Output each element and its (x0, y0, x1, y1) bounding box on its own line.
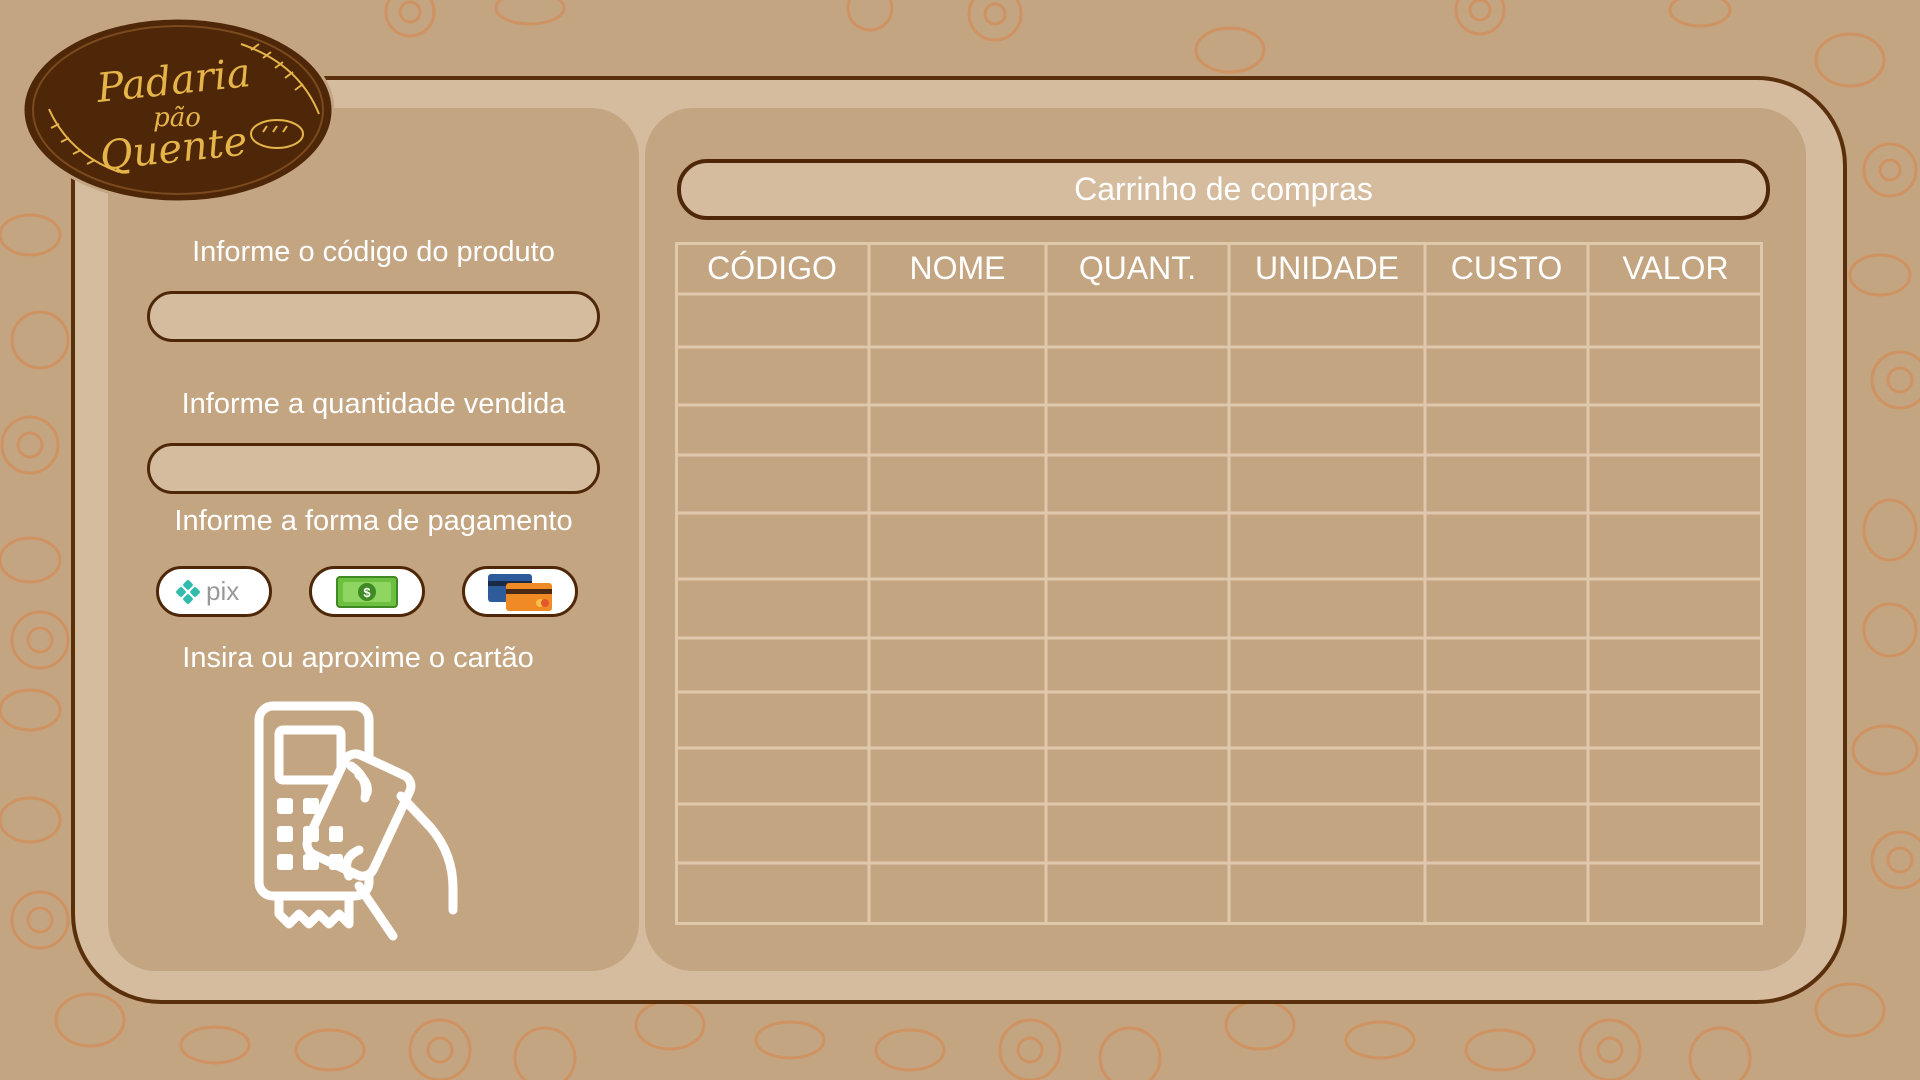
payment-method-label: Informe a forma de pagamento (174, 505, 573, 537)
column-header-custo: CUSTO (1450, 249, 1563, 286)
product-code-label: Informe o código do produto (192, 236, 555, 268)
cart-table-grid (675, 242, 1763, 925)
svg-text:pix: pix (206, 576, 239, 606)
pix-icon: pix (176, 576, 239, 606)
svg-text:$: $ (363, 585, 371, 600)
quantity-input[interactable] (147, 443, 600, 494)
cash-icon: $ (336, 575, 398, 608)
column-header-unidade: UNIDADE (1254, 249, 1399, 286)
cash-payment-button[interactable]: $ (309, 566, 425, 617)
card-payment-button[interactable] (462, 566, 578, 617)
column-header-valor: VALOR (1622, 249, 1729, 286)
column-header-nome: NOME (909, 249, 1006, 286)
column-header-quant: QUANT. (1078, 249, 1197, 286)
product-code-input[interactable] (147, 291, 600, 342)
card-terminal-icon (254, 701, 458, 941)
card-prompt-label: Insira ou aproxime o cartão (182, 642, 534, 674)
quantity-label: Informe a quantidade vendida (181, 388, 566, 420)
credit-card-icon (488, 573, 552, 611)
column-header-codigo: CÓDIGO (707, 249, 837, 286)
cart-title: Carrinho de compras (677, 159, 1770, 220)
bakery-logo: Padaria pão Quente (21, 16, 335, 204)
pix-payment-button[interactable]: pix (156, 566, 272, 617)
